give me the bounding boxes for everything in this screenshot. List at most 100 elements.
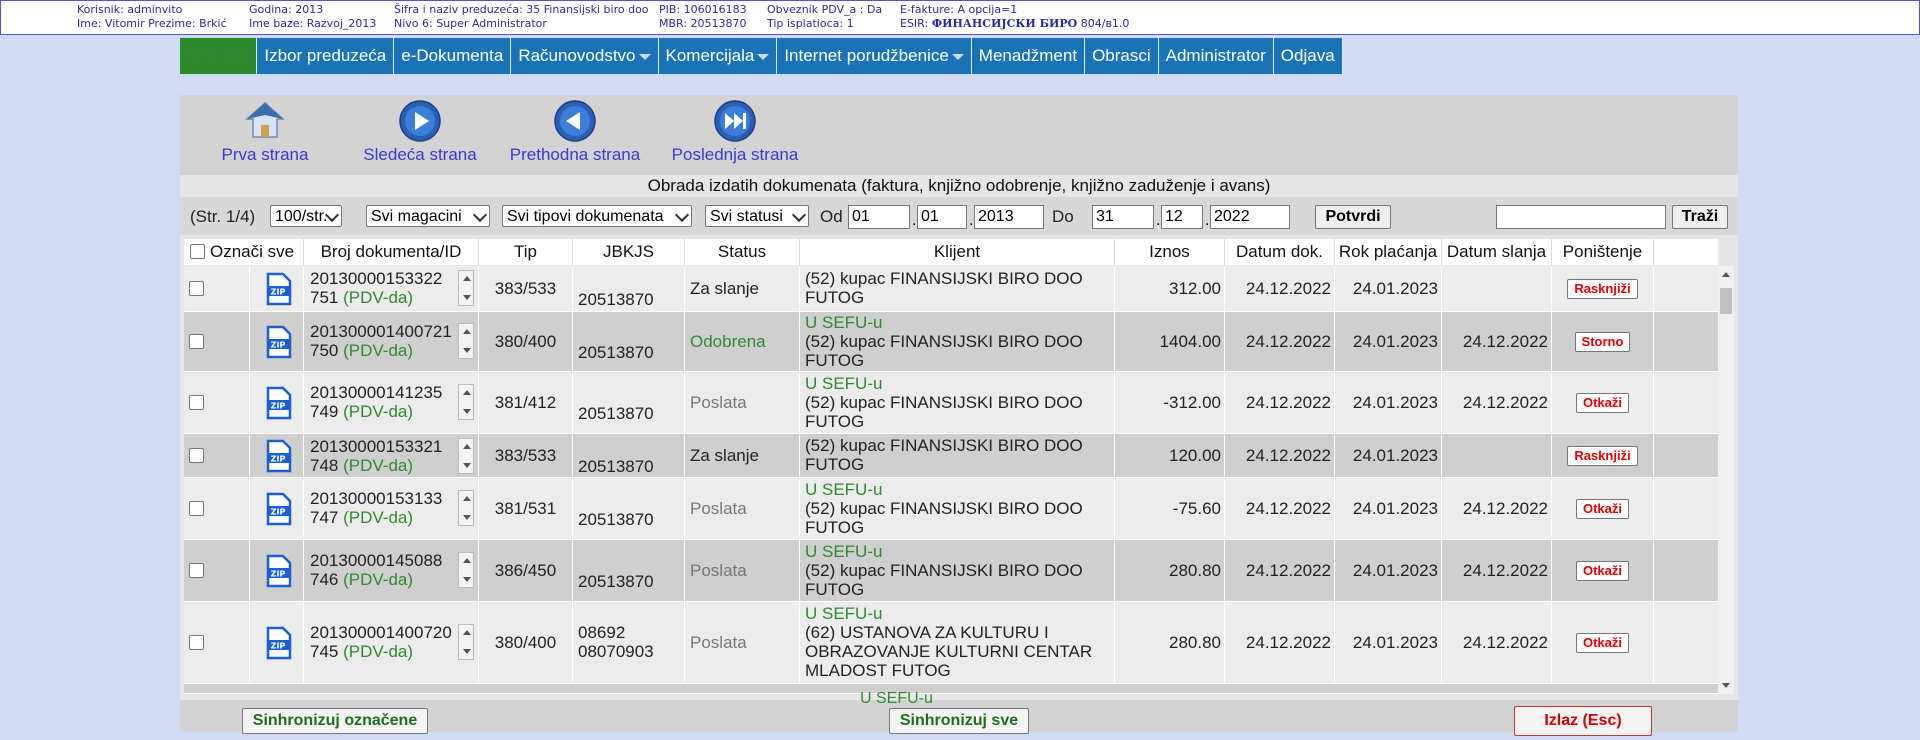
mb-value: 20513870 [578, 510, 654, 529]
row-spinner[interactable] [458, 438, 474, 474]
spin-up-icon[interactable] [463, 329, 471, 334]
from-year-input[interactable]: 2013 [974, 205, 1044, 229]
row-spinner[interactable] [458, 384, 474, 420]
confirm-button[interactable]: Potvrdi [1315, 205, 1391, 229]
header-doc-date: Datum dok. [1225, 239, 1335, 265]
status-select[interactable]: Svi statusi [705, 205, 809, 227]
menu-e-documents[interactable]: e-Dokumenta [394, 38, 512, 74]
from-day-input[interactable]: 01 [848, 205, 910, 229]
row-checkbox[interactable] [189, 448, 204, 463]
spin-up-icon[interactable] [463, 630, 471, 635]
zip-file-icon[interactable]: ZIP [264, 386, 294, 420]
spin-down-icon[interactable] [463, 295, 471, 300]
row-spinner[interactable] [458, 270, 474, 306]
zip-cell: ZIP [250, 266, 304, 311]
cancel-button[interactable]: Otkaži [1575, 632, 1629, 653]
menu-internet-orders[interactable]: Internet porudžbenice [777, 38, 972, 74]
menu-logout[interactable]: Odjava [1273, 38, 1343, 74]
cancel-button[interactable]: Otkaži [1575, 498, 1629, 519]
menu-e-documents-label: e-Dokumenta [401, 46, 504, 65]
zip-cell: ZIP [250, 434, 304, 477]
prev-page-button[interactable]: Prethodna strana [500, 99, 650, 165]
spin-up-icon[interactable] [463, 390, 471, 395]
menu-administrator[interactable]: Administrator [1158, 38, 1274, 74]
zip-file-icon[interactable]: ZIP [264, 492, 294, 526]
doc-date-cell: 24.12.2022 [1225, 434, 1335, 477]
zip-file-icon[interactable]: ZIP [264, 554, 294, 588]
due-date-cell: 24.01.2023 [1335, 266, 1442, 311]
row-spinner[interactable] [458, 323, 474, 359]
select-all-header[interactable]: Označi sve [184, 239, 304, 265]
first-page-button[interactable]: Prva strana [210, 99, 320, 165]
unpost-button[interactable]: Rasknjiži [1567, 278, 1638, 299]
zip-file-icon[interactable]: ZIP [264, 272, 294, 306]
menu-company-select[interactable]: Izbor preduzeća [257, 38, 395, 74]
menu-forms[interactable]: Obrasci [1085, 38, 1159, 74]
row-checkbox[interactable] [189, 281, 204, 296]
row-spinner[interactable] [458, 490, 474, 526]
row-spinner[interactable] [458, 624, 474, 660]
to-year-input[interactable]: 2022 [1210, 205, 1290, 229]
select-all-checkbox[interactable] [190, 244, 205, 259]
sync-selected-button[interactable]: Sinhronizuj označene [242, 708, 428, 734]
scroll-up-icon[interactable] [1722, 272, 1730, 277]
header-status: Status [685, 239, 800, 265]
spin-down-icon[interactable] [463, 515, 471, 520]
next-page-button[interactable]: Sledeća strana [355, 99, 485, 165]
spin-down-icon[interactable] [463, 409, 471, 414]
client-line: (52) kupac FINANSIJSKI BIRO DOO [805, 499, 1083, 518]
type-cell: 380/400 [479, 602, 573, 683]
spin-up-icon[interactable] [463, 558, 471, 563]
row-checkbox[interactable] [189, 635, 204, 650]
spin-down-icon[interactable] [463, 577, 471, 582]
username-text: Korisnik: adminvito [77, 3, 183, 16]
menu-management[interactable]: Menadžment [971, 38, 1086, 74]
spin-down-icon[interactable] [463, 348, 471, 353]
search-input[interactable] [1496, 205, 1666, 229]
spin-down-icon[interactable] [463, 649, 471, 654]
spin-up-icon[interactable] [463, 444, 471, 449]
unpost-button[interactable]: Rasknjiži [1567, 445, 1638, 466]
row-checkbox[interactable] [189, 563, 204, 578]
spin-down-icon[interactable] [463, 463, 471, 468]
from-month-input[interactable]: 01 [917, 205, 967, 229]
user-info: Korisnik: adminvito Ime: Vitomir Prezime… [77, 3, 227, 31]
chevron-down-icon [472, 207, 488, 223]
mb-value: 20513870 [578, 343, 654, 362]
row-checkbox[interactable] [189, 334, 204, 349]
scrollbar-thumb[interactable] [1720, 288, 1732, 314]
row-checkbox[interactable] [189, 395, 204, 410]
row-checkbox[interactable] [189, 501, 204, 516]
to-day-input[interactable]: 31 [1092, 205, 1154, 229]
zip-file-icon[interactable]: ZIP [264, 325, 294, 359]
cancel-button[interactable]: Otkaži [1575, 392, 1629, 413]
menu-commercial[interactable]: Komercijala [658, 38, 778, 74]
zip-file-icon[interactable]: ZIP [264, 626, 294, 660]
doc-number: 201300001400721 [310, 322, 452, 341]
scroll-down-icon[interactable] [1722, 683, 1730, 688]
per-page-select[interactable]: 100/str. [270, 205, 342, 227]
sync-all-button[interactable]: Sinhronizuj sve [889, 708, 1029, 734]
doc-number-block: 201300001400720 745 (PDV-da) [310, 623, 452, 661]
last-page-button[interactable]: Poslednja strana [660, 99, 810, 165]
row-spinner[interactable] [458, 552, 474, 588]
search-button[interactable]: Traži [1672, 205, 1728, 229]
menu-accounting[interactable]: Računovodstvo [511, 38, 659, 74]
warehouse-select[interactable]: Svi magacini [366, 205, 490, 227]
pdv-flag: (PDV-da) [343, 570, 414, 589]
esir-name: ФИНАНСИЈСКИ БИРО [931, 17, 1078, 30]
menu-refresh[interactable]: OSVEŽI [180, 38, 258, 74]
to-month-input[interactable]: 12 [1161, 205, 1203, 229]
next-page-label: Sledeća strana [363, 145, 477, 164]
menu-company-select-label: Izbor preduzeća [264, 46, 387, 65]
table-scrollbar[interactable] [1718, 266, 1734, 694]
spin-up-icon[interactable] [463, 496, 471, 501]
doc-type-select[interactable]: Svi tipovi dokumenata [502, 205, 692, 227]
jbkjs-cell: 20513870 [573, 434, 685, 477]
storno-button[interactable]: Storno [1574, 331, 1631, 352]
cancel-button[interactable]: Otkaži [1575, 560, 1629, 581]
zip-file-icon[interactable]: ZIP [264, 439, 294, 473]
cancel-cell: Otkaži [1552, 478, 1654, 539]
spin-up-icon[interactable] [463, 276, 471, 281]
exit-button[interactable]: Izlaz (Esc) [1514, 706, 1652, 736]
